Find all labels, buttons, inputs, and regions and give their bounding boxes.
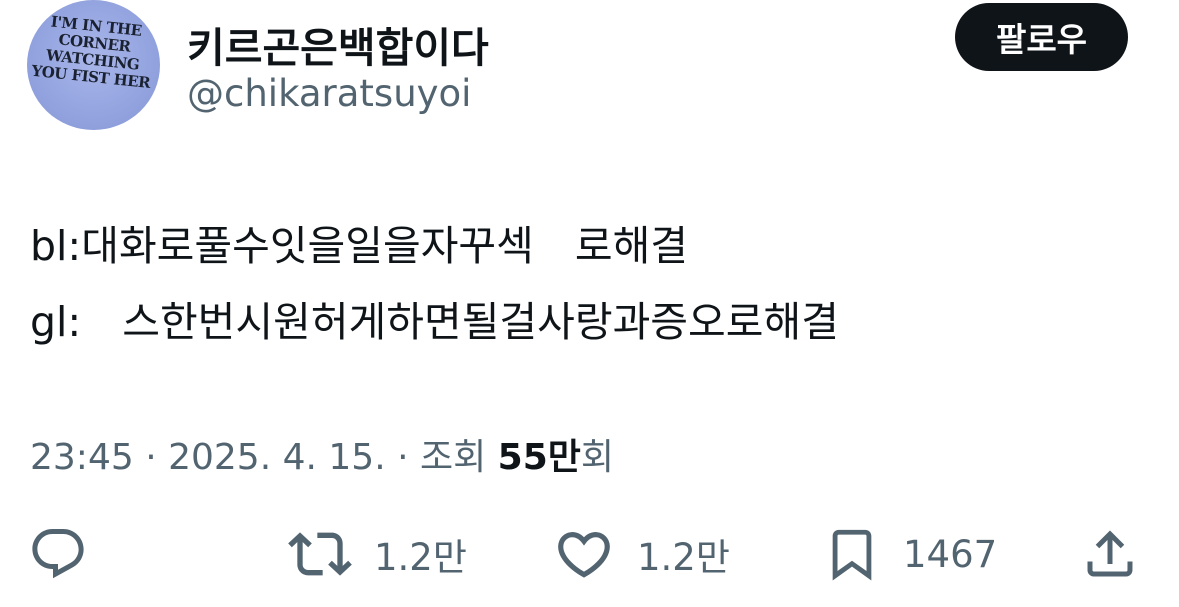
views-suffix: 회	[580, 437, 615, 478]
follow-button[interactable]: 팔로우	[955, 3, 1128, 71]
bookmark-icon	[832, 529, 872, 581]
reply-icon	[32, 529, 84, 579]
tweet-date[interactable]: 2025. 4. 15.	[168, 437, 386, 478]
retweet-icon	[288, 532, 352, 576]
retweet-count: 1.2만	[374, 536, 467, 579]
retweet-button[interactable]: 1.2만	[288, 522, 467, 586]
bookmark-button[interactable]: 1467	[823, 522, 997, 586]
bookmark-count: 1467	[903, 532, 998, 576]
reply-button[interactable]	[28, 522, 88, 586]
tweet-text-line: gl: 스한번시원허게하면될걸사랑과증오로해결	[30, 298, 839, 346]
views-count[interactable]: 55만	[498, 437, 581, 478]
avatar-shirt-text: I'M IN THE CORNER WATCHING YOU FIST HER	[27, 11, 160, 93]
share-button[interactable]	[1080, 522, 1140, 586]
tweet-detail: I'M IN THE CORNER WATCHING YOU FIST HER …	[0, 0, 1179, 607]
meta-separator: ·	[385, 437, 420, 478]
tweet-time[interactable]: 23:45	[30, 437, 134, 478]
display-name[interactable]: 키르곤은백합이다	[187, 14, 489, 74]
meta-separator: ·	[133, 437, 169, 478]
user-handle[interactable]: @chikaratsuyoi	[187, 72, 471, 115]
like-button[interactable]: 1.2만	[553, 522, 730, 586]
share-icon	[1087, 530, 1133, 577]
views-label: 조회	[419, 437, 498, 478]
like-count: 1.2만	[637, 536, 730, 579]
tweet-text-line: bl:대화로풀수잇을일을자꾸섹 로해결	[30, 222, 689, 270]
heart-icon	[558, 532, 610, 578]
tweet-meta: 23:45 · 2025. 4. 15. · 조회 55만회	[30, 428, 614, 480]
avatar[interactable]: I'M IN THE CORNER WATCHING YOU FIST HER	[27, 0, 160, 130]
